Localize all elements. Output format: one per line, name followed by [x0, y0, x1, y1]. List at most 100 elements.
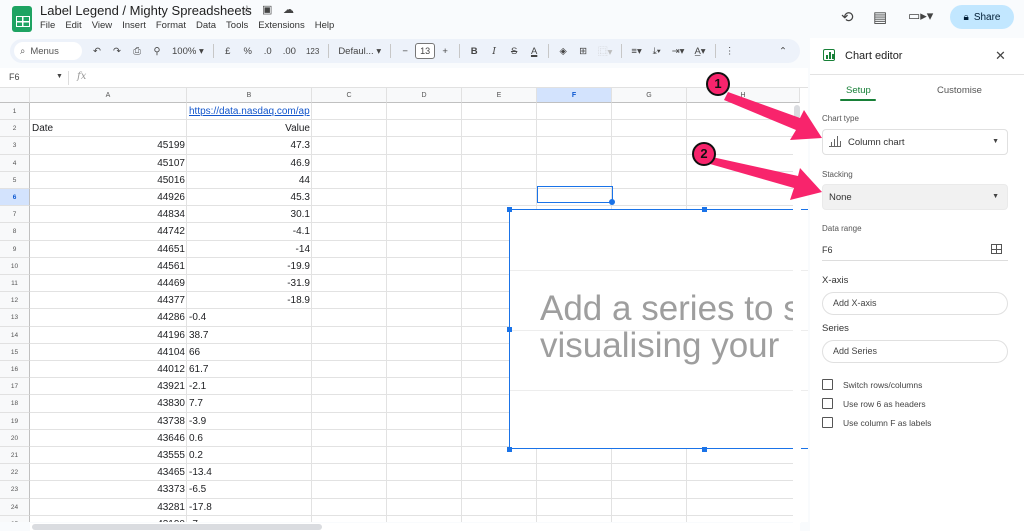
column-header-g[interactable]: G	[612, 88, 687, 103]
cell-b13[interactable]: -0.4	[187, 309, 312, 326]
column-header-a[interactable]: A	[30, 88, 187, 103]
cell-b17[interactable]: -2.1	[187, 378, 312, 395]
decrease-font-size-button[interactable]: −	[400, 46, 410, 57]
column-header-e[interactable]: E	[462, 88, 537, 103]
cell-a19[interactable]: 43738	[30, 413, 187, 430]
resize-handle[interactable]	[702, 207, 707, 212]
row-header-19[interactable]: 19	[0, 412, 30, 430]
cell-b11[interactable]: -31.9	[187, 275, 312, 292]
cell-b22[interactable]: -13.4	[187, 464, 312, 481]
cell-a4[interactable]: 45107	[30, 155, 187, 172]
resize-handle[interactable]	[507, 207, 512, 212]
chart-type-dropdown[interactable]: Column chart ▼	[822, 129, 1008, 155]
vertical-scrollbar-thumb[interactable]	[794, 105, 800, 119]
use-row-headers-checkbox[interactable]: Use row 6 as headers	[822, 398, 926, 409]
cell-b15[interactable]: 66	[187, 344, 312, 361]
add-x-axis-button[interactable]: Add X-axis	[822, 292, 1008, 315]
cell-a22[interactable]: 43465	[30, 464, 187, 481]
cell-b16[interactable]: 61.7	[187, 361, 312, 378]
fill-color-icon[interactable]: ◈	[558, 46, 568, 57]
cell-a17[interactable]: 43921	[30, 378, 187, 395]
menu-data[interactable]: Data	[196, 20, 216, 31]
checkbox-icon[interactable]	[822, 398, 833, 409]
cell-a10[interactable]: 44561	[30, 258, 187, 275]
cell-a12[interactable]: 44377	[30, 292, 187, 309]
cell-a18[interactable]: 43830	[30, 395, 187, 412]
name-box[interactable]: F6	[9, 72, 20, 82]
row-header-4[interactable]: 4	[0, 154, 30, 172]
column-header-c[interactable]: C	[312, 88, 387, 103]
cell-b5[interactable]: 44	[187, 172, 312, 189]
tab-setup[interactable]: Setup	[846, 85, 871, 96]
cell-a3[interactable]: 45199	[30, 137, 187, 154]
print-icon[interactable]: ⎙	[132, 46, 142, 57]
comments-icon[interactable]: ▤	[873, 8, 887, 26]
row-header-16[interactable]: 16	[0, 361, 30, 379]
cell-b18[interactable]: 7.7	[187, 395, 312, 412]
cell-b10[interactable]: -19.9	[187, 258, 312, 275]
row-header-17[interactable]: 17	[0, 378, 30, 396]
row-header-25[interactable]: 25	[0, 515, 30, 522]
cell-a7[interactable]: 44834	[30, 206, 187, 223]
share-button[interactable]: 🔒︎ Share	[950, 5, 1014, 29]
cell-a21[interactable]: 43555	[30, 447, 187, 464]
cell-a6[interactable]: 44926	[30, 189, 187, 206]
horizontal-scrollbar[interactable]	[30, 523, 800, 531]
text-color-icon[interactable]: A	[529, 46, 539, 57]
row-header-20[interactable]: 20	[0, 429, 30, 447]
cell-b6[interactable]: 45.3	[187, 189, 312, 206]
cell-a25[interactable]: 43190	[30, 516, 187, 522]
use-column-labels-checkbox[interactable]: Use column F as labels	[822, 417, 931, 428]
more-options-icon[interactable]: ⋮	[725, 46, 735, 57]
switch-rows-columns-checkbox[interactable]: Switch rows/columns	[822, 379, 922, 390]
row-header-23[interactable]: 23	[0, 481, 30, 499]
cell-b25[interactable]: -7	[187, 516, 312, 522]
select-data-range-icon[interactable]	[991, 244, 1002, 254]
cell-a13[interactable]: 44286	[30, 309, 187, 326]
data-range-input[interactable]: F6	[822, 245, 833, 255]
resize-handle[interactable]	[507, 447, 512, 452]
row-header-8[interactable]: 8	[0, 223, 30, 241]
font-select[interactable]: Defaul... ▾	[338, 46, 381, 57]
vertical-scrollbar[interactable]	[793, 103, 801, 523]
row-header-21[interactable]: 21	[0, 447, 30, 465]
cell-b12[interactable]: -18.9	[187, 292, 312, 309]
row-header-2[interactable]: 2	[0, 120, 30, 138]
more-formats-button[interactable]: 123	[306, 47, 319, 56]
bold-icon[interactable]: B	[469, 46, 479, 57]
row-header-12[interactable]: 12	[0, 292, 30, 310]
spreadsheet-grid[interactable]: ABCDEFGH 1 https://data.nasdaq.com/ap 2 Dat…	[0, 88, 808, 522]
cell-b9[interactable]: -14	[187, 241, 312, 258]
zoom-select[interactable]: 100% ▾	[172, 46, 204, 57]
font-size-input[interactable]: 13	[415, 43, 436, 59]
row-header-1[interactable]: 1	[0, 103, 30, 121]
sheets-logo-icon[interactable]	[12, 6, 32, 32]
menu-help[interactable]: Help	[315, 20, 335, 31]
cell-a24[interactable]: 43281	[30, 499, 187, 516]
decrease-decimal-button[interactable]: .0	[263, 46, 273, 57]
undo-icon[interactable]: ↶	[92, 46, 102, 57]
cell-b2[interactable]: Value	[187, 120, 312, 137]
cell-a1[interactable]	[30, 103, 187, 120]
increase-decimal-button[interactable]: .00	[283, 46, 296, 57]
merge-cells-icon[interactable]: ⿴▾	[598, 44, 612, 58]
checkbox-icon[interactable]	[822, 417, 833, 428]
cell-a9[interactable]: 44651	[30, 241, 187, 258]
percent-format-button[interactable]: %	[243, 46, 253, 57]
chart-placeholder[interactable]: Add a series to s visualising your	[509, 209, 808, 449]
column-header-h[interactable]: H	[687, 88, 800, 103]
cell-a20[interactable]: 43646	[30, 430, 187, 447]
cell-a15[interactable]: 44104	[30, 344, 187, 361]
currency-format-button[interactable]: £	[223, 46, 233, 57]
cell-a8[interactable]: 44742	[30, 223, 187, 240]
document-title[interactable]: Label Legend / Mighty Spreadsheets	[40, 3, 252, 18]
italic-icon[interactable]: I	[489, 46, 499, 57]
horizontal-scrollbar-thumb[interactable]	[32, 524, 322, 530]
cell-a14[interactable]: 44196	[30, 327, 187, 344]
close-icon[interactable]: ✕	[995, 48, 1006, 64]
menu-edit[interactable]: Edit	[65, 20, 81, 31]
column-header-f[interactable]: F	[537, 88, 612, 103]
stacking-dropdown[interactable]: None ▼	[822, 184, 1008, 210]
strikethrough-icon[interactable]: S	[509, 46, 519, 57]
column-header-d[interactable]: D	[387, 88, 462, 103]
